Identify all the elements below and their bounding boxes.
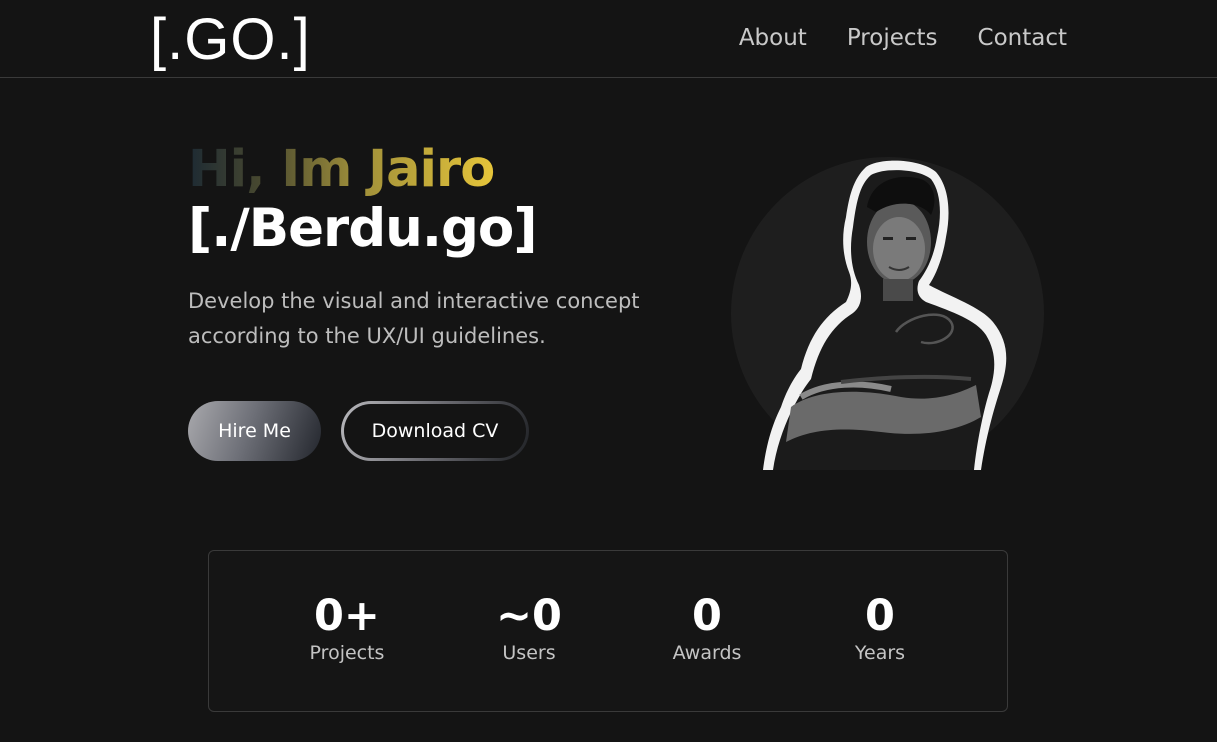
hero-tagline-line2: according to the UX/UI guidelines. [188,324,546,348]
profile-portrait-image [763,160,1007,470]
stat-awards-label: Awards [672,642,742,664]
download-cv-button[interactable]: Download CV [341,401,529,461]
stat-projects: 0+ Projects [267,591,427,665]
stat-years: 0 Years [800,591,960,665]
nav-link-projects[interactable]: Projects [847,22,938,54]
stat-projects-value: 0+ [314,591,380,641]
profile-photo [731,157,1044,470]
main-nav: About Projects Contact [739,22,1067,54]
hero-tagline-line1: Develop the visual and interactive conce… [188,289,640,313]
nav-link-about[interactable]: About [739,22,807,54]
stat-years-value: 0 [865,591,895,641]
stat-users-label: Users [502,642,556,664]
stat-years-label: Years [854,642,906,664]
hero-tagline: Develop the visual and interactive conce… [188,284,668,354]
download-cv-label: Download CV [344,404,526,458]
hero-section: Hi, Im Jairo [./Berdu.go] Develop the vi… [188,140,708,354]
stat-projects-label: Projects [309,642,385,664]
hero-buttons: Hire Me Download CV [188,401,529,461]
site-header: [.GO.] About Projects Contact [0,0,1217,78]
site-logo[interactable]: [.GO.] [150,6,311,74]
stat-users-value: ~0 [496,591,562,641]
hire-me-button[interactable]: Hire Me [188,401,321,461]
hero-greeting: Hi, Im Jairo [188,140,495,199]
nav-link-contact[interactable]: Contact [978,22,1067,54]
stat-awards: 0 Awards [627,591,787,665]
stat-awards-value: 0 [692,591,722,641]
stat-users: ~0 Users [449,591,609,665]
hero-handle: [./Berdu.go] [188,198,538,259]
stats-panel: 0+ Projects ~0 Users 0 Awards 0 Years [208,550,1008,712]
